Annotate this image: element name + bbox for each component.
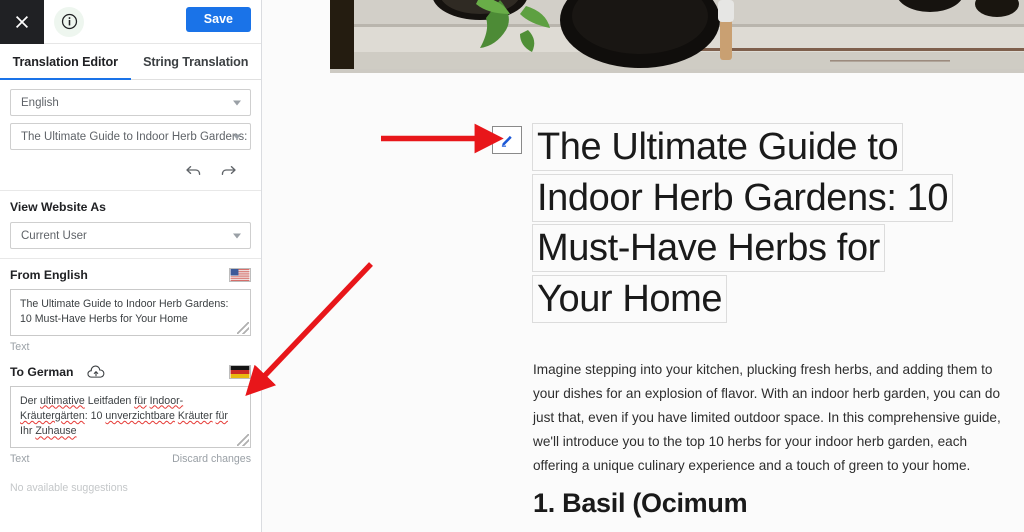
chevron-down-icon bbox=[233, 134, 241, 139]
de-flag-icon bbox=[229, 364, 251, 379]
target-field-type-label: Text bbox=[10, 452, 30, 465]
indoor-plants-photo bbox=[330, 0, 1024, 73]
close-button[interactable] bbox=[0, 0, 44, 44]
info-icon bbox=[61, 13, 77, 30]
cloud-upload-icon[interactable] bbox=[87, 365, 105, 379]
chevron-down-icon bbox=[233, 233, 241, 238]
chevron-down-icon bbox=[233, 100, 241, 105]
tab-translation-editor[interactable]: Translation Editor bbox=[0, 44, 131, 80]
target-text-fragment: Ihr bbox=[20, 425, 36, 438]
to-german-label: To German bbox=[10, 364, 74, 379]
tab-string-translation[interactable]: String Translation bbox=[131, 44, 262, 79]
redo-arrow-icon[interactable] bbox=[220, 164, 237, 179]
source-field-type-label: Text bbox=[10, 340, 30, 353]
source-language-section: From English The Ultimate Guide to Indoo… bbox=[0, 259, 261, 362]
post-subheading: 1. Basil (Ocimum bbox=[533, 488, 748, 518]
misspelled-word: für bbox=[215, 410, 228, 423]
target-text-field[interactable]: Der ultimative Leitfaden für Indoor-Kräu… bbox=[10, 385, 251, 448]
suggestions-message: No available suggestions bbox=[10, 481, 128, 494]
selectors-section: English The Ultimate Guide to Indoor Her… bbox=[0, 80, 261, 191]
misspelled-word: für bbox=[134, 394, 147, 407]
history-controls bbox=[10, 157, 251, 181]
language-select[interactable]: English bbox=[10, 89, 251, 116]
misspelled-word: ultimative bbox=[40, 394, 85, 407]
close-icon bbox=[15, 15, 29, 28]
target-meta-row: Text Discard changes bbox=[10, 453, 251, 465]
source-text-value: The Ultimate Guide to Indoor Herb Garden… bbox=[20, 298, 229, 326]
page-select[interactable]: The Ultimate Guide to Indoor Herb Garden… bbox=[10, 123, 251, 150]
target-language-header: To German bbox=[10, 364, 251, 379]
pencil-edit-icon bbox=[501, 135, 512, 147]
source-meta-row: Text bbox=[10, 341, 251, 353]
undo-arrow-icon[interactable] bbox=[185, 164, 202, 179]
edit-title-button[interactable] bbox=[492, 126, 522, 154]
sidebar-tabs: Translation Editor String Translation bbox=[0, 44, 261, 80]
view-website-as-label: View Website As bbox=[10, 200, 106, 214]
page-title-line: Must-Have Herbs for bbox=[533, 225, 884, 272]
from-english-label: From English bbox=[10, 268, 88, 282]
target-language-section: To German Der ultimative Leitfaden für I… bbox=[0, 362, 261, 503]
resize-grip-icon[interactable] bbox=[237, 321, 249, 334]
language-select-value: English bbox=[21, 96, 59, 109]
misspelled-word: Kräuter bbox=[177, 410, 213, 423]
view-as-select-value: Current User bbox=[21, 229, 87, 242]
hero-image bbox=[330, 0, 1024, 73]
misspelled-word: unverzichtbare bbox=[105, 410, 175, 423]
misspelled-word: Zuhause bbox=[35, 425, 77, 438]
source-language-header: From English bbox=[10, 268, 251, 282]
source-text-field[interactable]: The Ultimate Guide to Indoor Herb Garden… bbox=[10, 289, 251, 336]
sidebar-header: Save bbox=[0, 0, 261, 44]
translation-sidebar: Save Translation Editor String Translati… bbox=[0, 0, 262, 532]
save-button[interactable]: Save bbox=[185, 7, 251, 32]
page-select-value: The Ultimate Guide to Indoor Herb Garden… bbox=[21, 130, 250, 143]
resize-grip-icon[interactable] bbox=[237, 433, 249, 446]
page-title-line: The Ultimate Guide to bbox=[533, 124, 903, 170]
target-text-fragment: : 10 bbox=[84, 410, 106, 423]
view-website-as-section: View Website As Current User bbox=[0, 191, 261, 259]
target-text-fragment: Der bbox=[20, 394, 41, 407]
post-body-paragraph: Imagine stepping into your kitchen, pluc… bbox=[533, 362, 1001, 473]
page-title-line: Indoor Herb Gardens: 10 bbox=[533, 174, 953, 221]
discard-changes-button[interactable]: Discard changes bbox=[172, 453, 251, 465]
page-title-line: Your Home bbox=[533, 275, 727, 322]
view-as-select[interactable]: Current User bbox=[10, 222, 251, 249]
target-text-fragment: Leitfaden bbox=[84, 394, 135, 407]
info-button[interactable] bbox=[54, 6, 84, 37]
target-text-value: Der ultimative Leitfaden für Indoor-Kräu… bbox=[20, 395, 228, 438]
app-root: Save Translation Editor String Translati… bbox=[0, 0, 1024, 532]
us-flag-icon bbox=[229, 268, 251, 282]
page-preview: The Ultimate Guide to Indoor Herb Gardens… bbox=[262, 0, 1024, 532]
post-title-block: The Ultimate Guide to Indoor Herb Gardens… bbox=[492, 122, 995, 324]
page-title: The Ultimate Guide to Indoor Herb Gardens… bbox=[533, 122, 995, 324]
